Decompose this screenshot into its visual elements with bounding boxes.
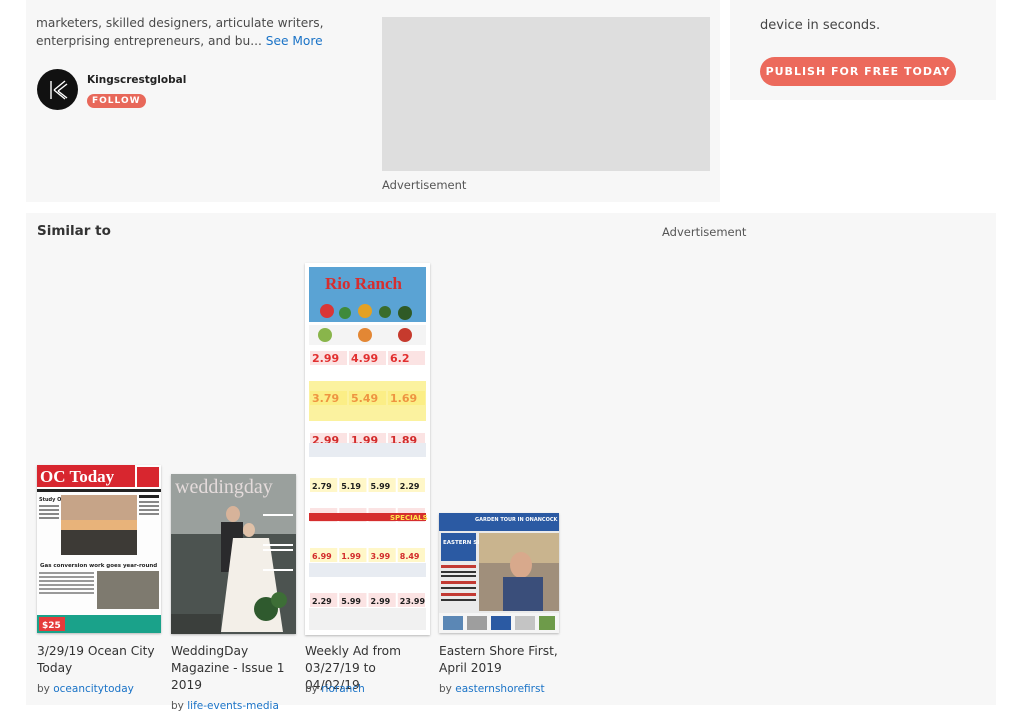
price-label: 6.99 (312, 552, 332, 561)
svg-text:weddingday: weddingday (175, 476, 273, 498)
price-label: 5.19 (341, 482, 361, 491)
price-label: 2.29 (400, 482, 420, 491)
by-prefix: by (439, 683, 452, 695)
author-link[interactable]: oceancitytoday (53, 683, 134, 695)
svg-text:GARDEN TOUR IN ONANCOCK: GARDEN TOUR IN ONANCOCK (475, 517, 558, 523)
price-label: 4.99 (351, 352, 378, 365)
price-label: 5.99 (341, 597, 361, 606)
price-label: 23.99 (400, 597, 426, 606)
similar-section-title: Similar to (37, 223, 111, 239)
by-prefix: by (305, 683, 318, 695)
publication-cover[interactable]: GARDEN TOUR IN ONANCOCK EASTERN SHORE FI… (439, 513, 559, 633)
price-label: 3.99 (371, 552, 391, 561)
description-line: enterprising entrepreneurs, and bu... (36, 34, 262, 48)
kingscrest-logo-icon (49, 79, 67, 100)
description-line: marketers, skilled designers, articulate… (36, 16, 324, 30)
publication-cover[interactable]: Rio Ranch 2.994.996.23.795.491.692.991.9… (305, 263, 430, 635)
price-label: 2.29 (312, 597, 332, 606)
advertisement-label: Advertisement (382, 178, 467, 192)
price-label: 5.99 (371, 482, 391, 491)
price-label: 2.79 (312, 482, 332, 491)
price-label: 1.99 (341, 552, 361, 561)
advertisement-label: Advertisement (662, 225, 747, 239)
follow-button[interactable]: FOLLOW (87, 94, 146, 108)
svg-text:$25: $25 (42, 621, 61, 631)
publication-byline: by oceancitytoday (37, 683, 134, 695)
price-label: 2.99 (371, 597, 391, 606)
magazine-cover-image: GARDEN TOUR IN ONANCOCK EASTERN SHORE FI… (439, 513, 559, 633)
magazine-cover-image: weddingday (171, 474, 296, 634)
price-label: 6.2 (390, 352, 410, 365)
newspaper-cover-image: OC Today Study OC Gas conversion work go… (37, 465, 161, 633)
publisher-name[interactable]: Kingscrestglobal (87, 74, 186, 86)
svg-text:Gas conversion work goes year-: Gas conversion work goes year-round (40, 563, 157, 569)
publication-title[interactable]: Eastern Shore First, April 2019 (439, 643, 564, 677)
price-label: 2.99 (312, 352, 339, 365)
publication-byline: by life-events-media (171, 700, 279, 712)
svg-text:Rio Ranch: Rio Ranch (325, 274, 403, 293)
by-prefix: by (171, 700, 184, 712)
publication-cover[interactable]: OC Today Study OC Gas conversion work go… (37, 465, 161, 633)
publish-for-free-button[interactable]: PUBLISH FOR FREE TODAY (760, 57, 956, 86)
publication-title[interactable]: WeddingDay Magazine - Issue 1 2019 (171, 643, 296, 694)
svg-text:SPECIALS: SPECIALS (390, 514, 428, 522)
weekly-ad-cover-image: Rio Ranch 2.994.996.23.795.491.692.991.9… (305, 263, 430, 635)
publication-title[interactable]: 3/29/19 Ocean City Today (37, 643, 162, 677)
publisher-description: marketers, skilled designers, articulate… (36, 14, 336, 50)
author-link[interactable]: life-events-media (187, 700, 279, 712)
author-link[interactable]: rioranch (321, 683, 365, 695)
publication-byline: by easternshorefirst (439, 683, 545, 695)
advertisement-slot[interactable] (382, 17, 710, 171)
price-label: 8.49 (400, 552, 420, 561)
promo-text: device in seconds. (760, 18, 881, 33)
see-more-link[interactable]: See More (266, 34, 323, 48)
publication-cover[interactable]: weddingday (171, 474, 296, 634)
by-prefix: by (37, 683, 50, 695)
svg-text:OC Today: OC Today (40, 467, 115, 486)
author-link[interactable]: easternshorefirst (455, 683, 544, 695)
publication-byline: by rioranch (305, 683, 365, 695)
publisher-avatar[interactable] (37, 69, 78, 110)
